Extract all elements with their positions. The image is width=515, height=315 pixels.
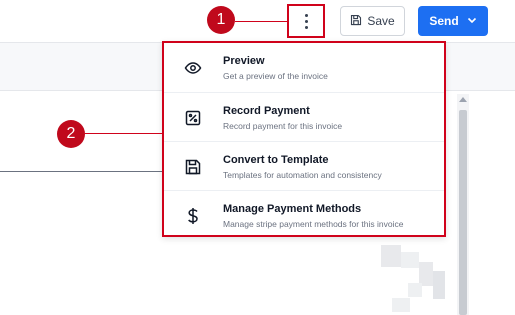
document-divider (0, 171, 168, 172)
floppy-disk-icon (184, 158, 202, 176)
percent-receipt-icon (184, 109, 202, 127)
scrollbar-thumb[interactable] (459, 110, 467, 315)
menu-item-title: Record Payment (223, 104, 310, 117)
menu-item-subtitle: Get a preview of the invoice (223, 70, 328, 81)
menu-item-convert-to-template[interactable]: Convert to Template Templates for automa… (164, 141, 444, 191)
dollar-icon (184, 207, 202, 225)
menu-item-title: Manage Payment Methods (223, 202, 362, 215)
menu-item-subtitle: Record payment for this invoice (223, 120, 343, 131)
menu-item-subtitle: Templates for automation and consistency (223, 169, 382, 180)
callout-badge-2: 2 (57, 120, 85, 148)
menu-item-record-payment[interactable]: Record Payment Record payment for this i… (164, 92, 444, 142)
more-options-dropdown: Preview Get a preview of the invoice Rec… (162, 41, 446, 237)
eye-icon (184, 59, 202, 77)
callout-line-1 (235, 21, 287, 22)
menu-item-title: Preview (223, 54, 265, 67)
callout-badge-1: 1 (207, 6, 235, 34)
save-button[interactable]: Save (340, 6, 405, 36)
more-options-button[interactable] (287, 4, 325, 38)
menu-item-manage-payment-methods[interactable]: Manage Payment Methods Manage stripe pay… (164, 190, 444, 240)
save-button-label: Save (367, 14, 395, 28)
chevron-down-icon (467, 14, 477, 28)
floppy-disk-icon (350, 14, 362, 29)
send-button[interactable]: Send (418, 6, 488, 36)
menu-item-subtitle: Manage stripe payment methods for this i… (223, 218, 404, 229)
scroll-up-arrow-icon[interactable] (459, 97, 467, 102)
callout-line-2 (85, 133, 162, 134)
scrollbar[interactable] (457, 94, 469, 315)
menu-item-preview[interactable]: Preview Get a preview of the invoice (164, 43, 444, 92)
menu-item-title: Convert to Template (223, 153, 329, 166)
send-button-label: Send (429, 14, 459, 28)
vertical-dots-icon (304, 13, 308, 29)
